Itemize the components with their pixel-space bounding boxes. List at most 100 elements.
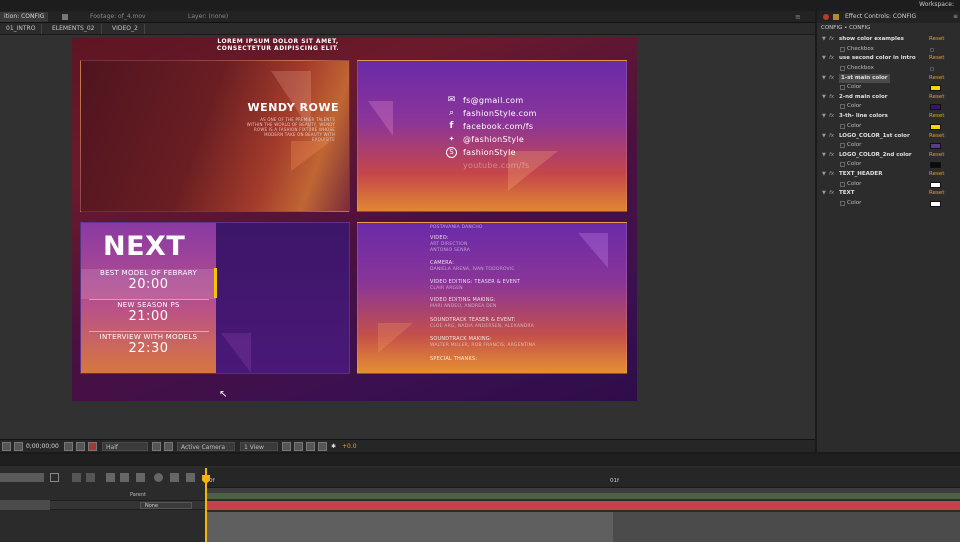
reset-button[interactable]: Reset (929, 151, 944, 161)
tab-close-icon[interactable] (62, 14, 68, 20)
effect-row[interactable]: ▼ fx 1-st main color Reset (817, 73, 960, 84)
flowchart-icon[interactable] (318, 442, 327, 451)
current-time-field[interactable] (0, 473, 44, 482)
fx-icon[interactable]: fx (829, 151, 834, 161)
expand-triangle-icon[interactable]: ▼ (822, 151, 826, 161)
fx-icon[interactable]: fx (829, 132, 834, 142)
camera-select[interactable]: Active Camera (177, 442, 235, 451)
reset-button[interactable]: Reset (929, 54, 944, 64)
tab-layer[interactable]: Layer: (none) (188, 12, 228, 22)
color-swatch[interactable] (930, 181, 941, 188)
panel-menu-icon[interactable]: ≡ (795, 12, 801, 22)
render-icon[interactable] (186, 473, 195, 482)
fast-preview-icon[interactable] (294, 442, 303, 451)
motion-blur-icon[interactable] (136, 473, 145, 482)
reset-button[interactable]: Reset (929, 170, 944, 180)
workspace-label[interactable]: Workspace: (919, 1, 954, 8)
timeline-icon[interactable] (306, 442, 315, 451)
effect-row[interactable]: ▼ fx show color examples Reset (817, 35, 960, 45)
fx-icon[interactable]: fx (829, 54, 834, 64)
expand-triangle-icon[interactable]: ▼ (822, 132, 826, 142)
reset-button[interactable]: Reset (929, 35, 944, 45)
stopwatch-icon[interactable] (840, 65, 845, 71)
expand-triangle-icon[interactable]: ▼ (822, 112, 826, 122)
effect-row[interactable]: ▼ fx TEXT_HEADER Reset (817, 170, 960, 180)
effect-row[interactable]: ▼ fx use second color in intro Reset (817, 54, 960, 64)
composition-canvas[interactable]: LOREM IPSUM DOLOR SIT AMET, CONSECTETUR … (72, 38, 637, 401)
expand-triangle-icon[interactable]: ▼ (822, 93, 826, 103)
frame-blend-icon[interactable] (120, 473, 129, 482)
region-icon[interactable] (14, 442, 23, 451)
view-layout-select[interactable]: 1 View (240, 442, 278, 451)
exposure-icon[interactable]: ✱ (331, 442, 336, 451)
draft-3d-icon[interactable] (86, 473, 95, 482)
layer-duration-bar[interactable] (207, 501, 960, 510)
checkbox[interactable] (930, 47, 934, 52)
expand-triangle-icon[interactable]: ▼ (822, 54, 826, 64)
stopwatch-icon[interactable] (840, 181, 845, 187)
color-swatch[interactable] (930, 85, 941, 92)
transparency-grid-icon[interactable] (164, 442, 173, 451)
panel-menu-icon[interactable]: ≡ (953, 11, 958, 23)
color-swatch[interactable] (930, 200, 941, 207)
parent-select[interactable]: None (140, 502, 192, 509)
resolution-select[interactable]: Half (102, 442, 148, 451)
roi-icon[interactable] (152, 442, 161, 451)
graph-editor-icon[interactable] (154, 473, 163, 482)
color-swatch[interactable] (930, 143, 941, 149)
fx-icon[interactable]: fx (829, 170, 834, 180)
lock-icon[interactable] (833, 14, 839, 20)
reset-button[interactable]: Reset (929, 93, 944, 103)
exposure-value[interactable]: +0.0 (342, 442, 357, 451)
fx-icon[interactable]: fx (829, 189, 834, 199)
stopwatch-icon[interactable] (840, 85, 845, 91)
time-ruler[interactable]: 0f 01f (205, 468, 960, 488)
fx-icon[interactable]: fx (829, 74, 834, 84)
color-swatch[interactable] (930, 104, 941, 111)
fx-icon[interactable]: fx (829, 93, 834, 103)
stopwatch-icon[interactable] (840, 143, 845, 148)
effect-row[interactable]: ▼ fx TEXT Reset (817, 189, 960, 199)
breadcrumb: 01_INTRO ELEMENTS_02 VIDEO_2 (0, 23, 815, 35)
close-icon[interactable] (823, 14, 829, 20)
stopwatch-icon[interactable] (840, 46, 845, 52)
toggle-pixel-icon[interactable] (282, 442, 291, 451)
breadcrumb-item[interactable]: VIDEO_2 (106, 24, 145, 34)
stopwatch-icon[interactable] (840, 162, 845, 168)
tab-composition[interactable]: ition: CONFIG (0, 12, 49, 22)
snapshot-icon[interactable] (2, 442, 11, 451)
fx-icon[interactable]: fx (829, 112, 834, 122)
expand-triangle-icon[interactable]: ▼ (822, 170, 826, 180)
search-icon[interactable] (50, 473, 59, 482)
reset-button[interactable]: Reset (929, 112, 944, 122)
effect-row[interactable]: ▼ fx LOGO_COLOR_1st color Reset (817, 132, 960, 142)
breadcrumb-item[interactable]: ELEMENTS_02 (46, 24, 102, 34)
checkbox[interactable] (930, 66, 934, 71)
timecode-display[interactable]: 0;00;00;00 (26, 442, 59, 451)
camera-icon[interactable] (64, 442, 73, 451)
stopwatch-icon[interactable] (840, 200, 845, 206)
color-swatch[interactable] (930, 162, 941, 169)
stopwatch-icon[interactable] (840, 104, 845, 110)
reset-button[interactable]: Reset (929, 132, 944, 142)
color-icon[interactable] (88, 442, 97, 451)
effect-row[interactable]: ▼ fx 3-th- line colors Reset (817, 112, 960, 122)
fx-icon[interactable]: fx (829, 35, 834, 45)
clock-icon[interactable] (170, 473, 179, 482)
breadcrumb-item[interactable]: 01_INTRO (0, 24, 43, 34)
layer-name-field[interactable] (0, 500, 50, 510)
tab-footage[interactable]: Footage: of_4.mov (90, 12, 146, 22)
effect-row[interactable]: ▼ fx 2-nd main color Reset (817, 93, 960, 103)
reset-button[interactable]: Reset (929, 74, 944, 84)
shy-icon[interactable] (106, 473, 115, 482)
expand-triangle-icon[interactable]: ▼ (822, 74, 826, 84)
color-swatch[interactable] (930, 123, 941, 130)
expand-triangle-icon[interactable]: ▼ (822, 189, 826, 199)
event-row: INTERVIEW WITH MODELS 22:30 (81, 333, 216, 363)
reset-button[interactable]: Reset (929, 189, 944, 199)
comp-mini-icon[interactable] (72, 473, 81, 482)
mask-icon[interactable] (76, 442, 85, 451)
effect-row[interactable]: ▼ fx LOGO_COLOR_2nd color Reset (817, 151, 960, 161)
stopwatch-icon[interactable] (840, 123, 845, 129)
expand-triangle-icon[interactable]: ▼ (822, 35, 826, 45)
